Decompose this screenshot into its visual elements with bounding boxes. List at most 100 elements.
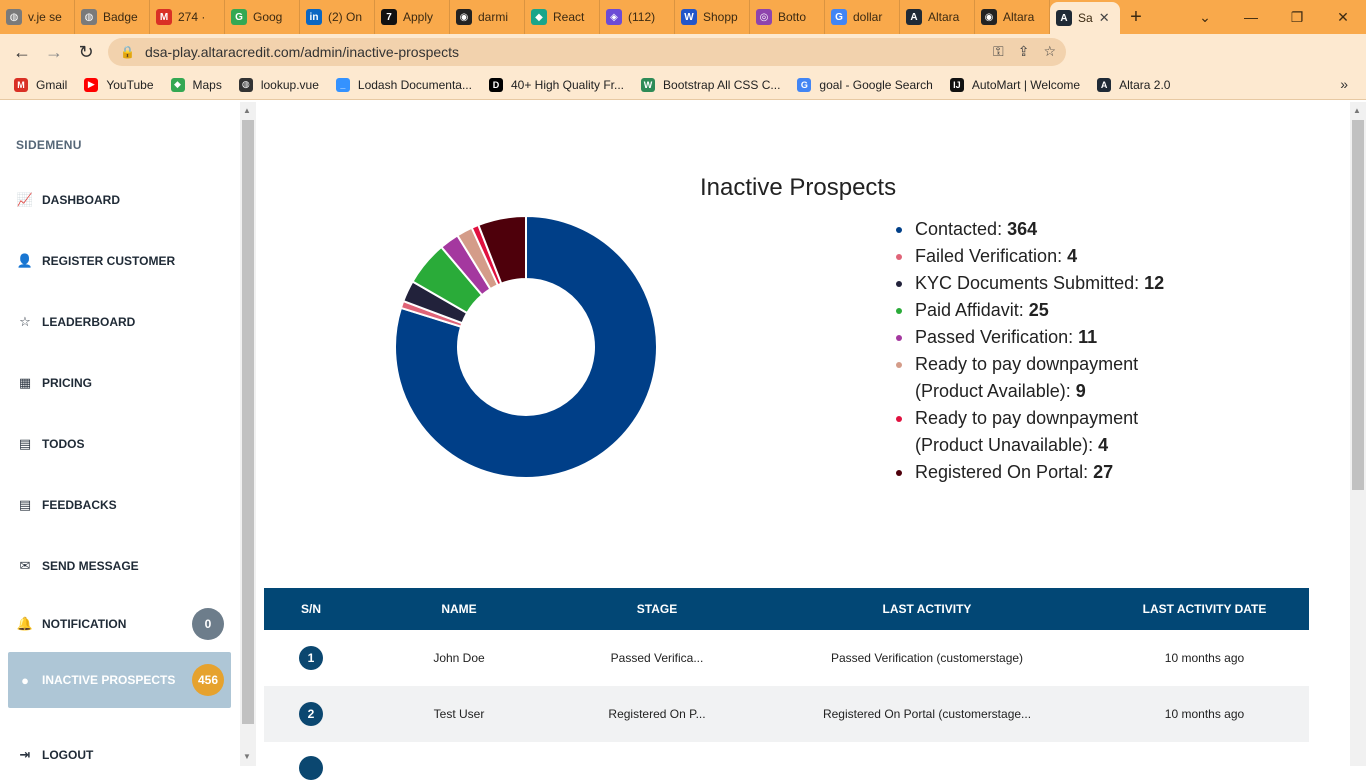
browser-tab[interactable]: ◎ Botto	[750, 0, 825, 34]
sidebar-item-leaderboard[interactable]: ☆ LEADERBOARD	[16, 314, 226, 330]
browser-tab[interactable]: 7 Apply	[375, 0, 450, 34]
legend-item[interactable]: Registered On Portal: 27	[896, 459, 1196, 486]
sidebar-item-inactive-prospects[interactable]: ● INACTIVE PROSPECTS 456	[16, 664, 226, 696]
tab-label: Altara	[928, 10, 960, 24]
row-number-cell: 1	[264, 646, 358, 670]
page-scrollbar[interactable]: ▲	[1350, 102, 1366, 766]
bookmark-item[interactable]: M Gmail	[14, 77, 67, 92]
url-field[interactable]: 🔒 dsa-play.altaracredit.com/admin/inacti…	[108, 38, 1066, 66]
forward-icon[interactable]: →	[38, 42, 70, 63]
back-icon[interactable]: ←	[6, 42, 38, 63]
tab-favicon-icon: ◍	[81, 9, 97, 25]
browser-tab[interactable]: A Altara	[900, 0, 975, 34]
tab-favicon-icon: ◆	[531, 9, 547, 25]
header-last-activity[interactable]: LAST ACTIVITY	[754, 602, 1100, 616]
bookmark-favicon-icon: _	[335, 77, 350, 92]
restore-icon[interactable]: ❐	[1274, 0, 1320, 34]
star-icon[interactable]: ☆	[1043, 43, 1056, 60]
legend-dot-icon	[896, 335, 902, 341]
chart-line-icon: 📈	[16, 192, 34, 207]
browser-tab[interactable]: G Goog	[225, 0, 300, 34]
sidebar-item-logout[interactable]: ⇥ LOGOUT	[16, 747, 226, 763]
browser-tab[interactable]: ◉ darmi	[450, 0, 525, 34]
table-row[interactable]: 2 Test User Registered On P... Registere…	[264, 686, 1309, 742]
scroll-down-icon[interactable]: ▼	[243, 752, 251, 761]
sidebar-item-send-message[interactable]: ✉ SEND MESSAGE	[16, 558, 226, 574]
reload-icon[interactable]: ↻	[70, 42, 102, 63]
scroll-up-icon[interactable]: ▲	[243, 106, 251, 115]
sidebar-item-dashboard[interactable]: 📈 DASHBOARD	[16, 192, 226, 208]
bookmark-item[interactable]: _ Lodash Documenta...	[335, 77, 472, 92]
row-date: 10 months ago	[1164, 651, 1245, 665]
clipboard-icon: ▤	[18, 497, 32, 512]
browser-tab[interactable]: A Sa ✕	[1050, 2, 1120, 34]
bookmark-label: lookup.vue	[260, 77, 319, 92]
sidebar-item-todos[interactable]: ▤ TODOS	[16, 436, 226, 452]
tab-label: Shopp	[703, 10, 738, 24]
star-icon: ☆	[19, 314, 31, 329]
bookmark-item[interactable]: D 40+ High Quality Fr...	[488, 77, 624, 92]
sidebar-scroll-thumb[interactable]	[242, 120, 254, 724]
new-tab-icon[interactable]: +	[1120, 6, 1152, 29]
table-row[interactable]: 1 John Doe Passed Verifica... Passed Ver…	[264, 630, 1309, 686]
browser-tab[interactable]: ◆ React	[525, 0, 600, 34]
browser-tab[interactable]: M 274 ·	[150, 0, 225, 34]
key-icon[interactable]: ⚿	[993, 43, 1004, 60]
legend-value: 4	[1098, 435, 1109, 455]
bookmark-item[interactable]: W Bootstrap All CSS C...	[641, 77, 780, 92]
browser-tab[interactable]: in (2) On	[300, 0, 375, 34]
tab-favicon-icon: 7	[381, 9, 397, 25]
header-last-activity-date[interactable]: LAST ACTIVITY DATE	[1100, 602, 1309, 616]
row-stage: Passed Verifica...	[610, 651, 704, 665]
page-scroll-thumb[interactable]	[1352, 120, 1364, 490]
bookmark-item[interactable]: ◍ lookup.vue	[238, 77, 319, 92]
legend-item[interactable]: Paid Affidavit: 25	[896, 297, 1196, 324]
url-text: dsa-play.altaracredit.com/admin/inactive…	[144, 44, 460, 60]
legend-item[interactable]: KYC Documents Submitted: 12	[896, 270, 1196, 297]
legend-value: 27	[1093, 462, 1114, 482]
legend-item[interactable]: Passed Verification: 11	[896, 324, 1196, 351]
browser-tab[interactable]: ◍ Badge	[75, 0, 150, 34]
legend-item[interactable]: Ready to pay downpayment (Product Availa…	[896, 351, 1196, 405]
table-row-partial[interactable]	[264, 742, 1309, 780]
row-number: 1	[299, 646, 323, 670]
row-number-cell	[264, 756, 358, 783]
count-badge: 456	[192, 664, 224, 696]
browser-tab[interactable]: ◈ (112)	[600, 0, 675, 34]
row-last-activity: Registered On Portal (customerstage...	[822, 707, 1032, 721]
bookmark-item[interactable]: IJ AutoMart | Welcome	[949, 77, 1080, 92]
header-name[interactable]: NAME	[358, 602, 560, 616]
sidebar-item-feedbacks[interactable]: ▤ FEEDBACKS	[16, 497, 226, 513]
share-icon[interactable]: ⇪	[1018, 43, 1030, 60]
sidebar-item-label: SEND MESSAGE	[42, 559, 139, 573]
legend-value: 364	[1007, 219, 1038, 239]
bookmark-label: YouTube	[106, 77, 154, 92]
legend-item[interactable]: Ready to pay downpayment (Product Unavai…	[896, 405, 1196, 459]
minimize-icon[interactable]: —	[1228, 0, 1274, 34]
bookmarks-overflow-icon[interactable]: »	[1340, 76, 1348, 92]
tab-label: Botto	[778, 10, 807, 24]
browser-tab[interactable]: W Shopp	[675, 0, 750, 34]
legend-item[interactable]: Contacted: 364	[896, 216, 1196, 243]
legend-item[interactable]: Failed Verification: 4	[896, 243, 1196, 270]
sidebar-item-notification[interactable]: 🔔 NOTIFICATION 0	[16, 608, 226, 640]
sidebar-scrollbar[interactable]: ▲ ▼	[240, 102, 256, 766]
sidebar-item-pricing[interactable]: ▦ PRICING	[16, 375, 226, 391]
header-sn[interactable]: S/N	[264, 602, 358, 616]
browser-tab[interactable]: Gdollar	[825, 0, 900, 34]
bookmark-item[interactable]: ◆ Maps	[170, 77, 222, 92]
page-scroll-up-icon[interactable]: ▲	[1353, 106, 1361, 115]
bookmark-item[interactable]: Ggoal - Google Search	[797, 77, 933, 92]
bookmark-item[interactable]: ▶ YouTube	[84, 77, 154, 92]
lock-icon[interactable]: 🔒	[120, 45, 135, 59]
header-stage[interactable]: STAGE	[560, 602, 754, 616]
browser-tab[interactable]: ◉ Altara	[975, 0, 1050, 34]
sidebar-item-register-customer[interactable]: 👤 REGISTER CUSTOMER	[16, 253, 226, 269]
bookmark-label: Altara 2.0	[1119, 77, 1171, 92]
tab-search-icon[interactable]: ⌄	[1182, 0, 1228, 34]
tab-close-icon[interactable]: ✕	[1099, 10, 1110, 26]
browser-tab[interactable]: ◍ v.je se	[0, 0, 75, 34]
row-number-cell: 2	[264, 702, 358, 726]
close-window-icon[interactable]: ✕	[1320, 0, 1366, 34]
bookmark-item[interactable]: A Altara 2.0	[1097, 77, 1171, 92]
